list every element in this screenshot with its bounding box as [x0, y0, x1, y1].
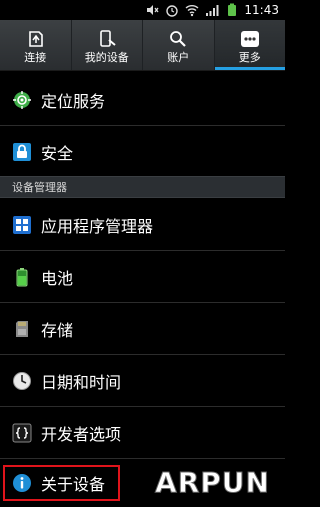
status-bar: 11:43 [0, 0, 285, 20]
item-label: 电池 [41, 268, 74, 288]
tab-my-device[interactable]: 我的设备 [72, 20, 143, 70]
tab-more[interactable]: 更多 [214, 20, 285, 70]
item-label: 应用程序管理器 [41, 216, 154, 236]
item-label: 开发者选项 [41, 424, 122, 444]
item-label: 日期和时间 [41, 372, 122, 392]
tab-label: 连接 [24, 51, 47, 64]
list-item-battery[interactable]: 电池 [0, 251, 285, 302]
item-label: 存储 [41, 320, 74, 340]
section-header-label: 设备管理器 [12, 181, 67, 194]
my-device-icon [99, 30, 116, 47]
signal-icon [206, 5, 219, 16]
sd-card-icon [16, 320, 28, 337]
tab-label: 我的设备 [84, 51, 129, 64]
status-icons [145, 3, 239, 17]
section-header-device-manager: 设备管理器 [0, 176, 285, 198]
accounts-icon [170, 31, 187, 47]
item-label: 定位服务 [41, 91, 106, 111]
tab-label: 更多 [238, 51, 261, 64]
mute-icon [147, 5, 159, 15]
tab-bar: 连接 我的设备 账户 更多 [0, 20, 285, 71]
tab-label: 账户 [167, 51, 190, 64]
wifi-icon [185, 5, 199, 17]
list-item-storage[interactable]: 存储 [0, 303, 285, 354]
list-item-location-services[interactable]: 定位服务 [0, 74, 285, 125]
list-item-developer-options[interactable]: 开发者选项 [0, 407, 285, 458]
developer-braces-icon [12, 423, 32, 442]
highlight-box [3, 465, 120, 501]
status-time: 11:43 [244, 3, 279, 17]
location-icon [13, 90, 31, 109]
more-icon [240, 31, 259, 47]
list-item-application-manager[interactable]: 应用程序管理器 [0, 199, 285, 250]
app-grid-icon [13, 215, 31, 234]
clock-icon [13, 371, 31, 390]
tab-accounts[interactable]: 账户 [143, 20, 215, 70]
list-item-security[interactable]: 安全 [0, 126, 285, 177]
battery-icon [16, 267, 28, 286]
tab-connections[interactable]: 连接 [0, 20, 72, 70]
item-label: 安全 [41, 143, 74, 163]
battery-status-icon [228, 3, 236, 16]
list-item-date-time[interactable]: 日期和时间 [0, 355, 285, 406]
alarm-icon [166, 5, 178, 17]
connections-icon [29, 31, 44, 47]
lock-icon [13, 142, 31, 161]
watermark: ARPUN [155, 466, 270, 500]
